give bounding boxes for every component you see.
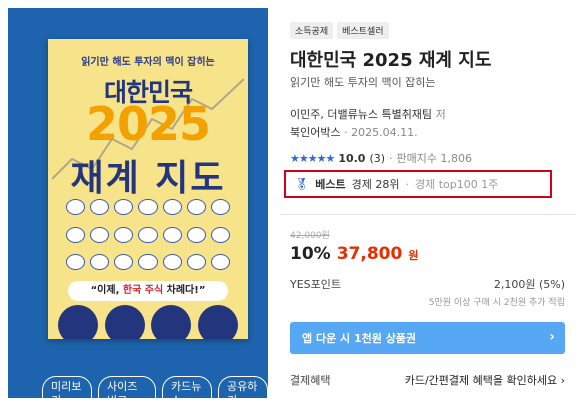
product-subtitle: 읽기만 해도 투자의 맥이 잡히는	[290, 76, 436, 89]
points-row: YES포인트 2,100원 (5%)	[290, 276, 565, 292]
cover-icon-grid	[66, 199, 230, 277]
divider	[280, 214, 575, 215]
bestseller-rank-box[interactable]: 🏅︎ 베스트 경제 28위 · 경제 top100 1주	[284, 170, 552, 198]
payment-label: 결제혜택	[290, 374, 331, 387]
product-title: 대한민국 2025 재계 지도	[290, 50, 492, 71]
best-rank: 경제 28위	[351, 178, 400, 191]
product-publisher[interactable]: 북인어박스 · 2025.04.11.	[290, 124, 418, 140]
review-count: (3)	[369, 151, 386, 165]
cover-actions: 미리보기 사이즈비교 카드뉴스 공유하기	[42, 376, 268, 412]
cover-panel: 읽기만 해도 투자의 맥이 잡히는 대한민국 2025 재계 지도 “이제, 한…	[8, 8, 268, 412]
original-price: 42,000원	[290, 231, 330, 241]
price-row: 10% 37,800 원	[290, 244, 419, 264]
rating-row[interactable]: ★★★★★ 10.0 (3) · 판매지수 1,806	[290, 150, 472, 166]
best-label: 베스트	[315, 178, 346, 191]
product-authors[interactable]: 이민주, 더밸류뉴스 특별취재팀 저	[290, 106, 446, 122]
card-news-button[interactable]: 카드뉴스	[162, 376, 212, 412]
sales-index: 판매지수 1,806	[396, 152, 473, 165]
preview-button[interactable]: 미리보기	[42, 376, 92, 412]
points-value: 2,100원 (5%)	[493, 278, 565, 291]
best-top: 경제 top100 1주	[414, 178, 499, 191]
tag-income-deduction: 소득공제	[290, 22, 334, 39]
rating-score: 10.0	[338, 151, 366, 165]
share-button[interactable]: 공유하기	[218, 376, 268, 412]
medal-icon: 🏅︎	[294, 177, 310, 191]
cover-slogan: “이제, 한국 주식 차례다!”	[68, 281, 228, 301]
cover-title-line2: 재계 지도	[70, 158, 226, 199]
app-coupon-button[interactable]: 앱 다운 시 1천원 상품권 ›	[290, 322, 565, 354]
product-tags: 소득공제 베스트셀러	[290, 22, 389, 39]
points-label: YES포인트	[290, 278, 342, 291]
chevron-right-icon: ›	[549, 329, 555, 345]
book-cover-image[interactable]: 읽기만 해도 투자의 맥이 잡히는 대한민국 2025 재계 지도 “이제, 한…	[48, 39, 248, 339]
rating-stars-icon: ★★★★★	[290, 151, 335, 165]
tag-bestseller: 베스트셀러	[337, 22, 389, 39]
cover-title-year: 2025	[85, 97, 211, 151]
payment-benefit-row[interactable]: 결제혜택 카드/간편결제 혜택을 확인하세요 ›	[290, 372, 565, 388]
product-info-panel: 소득공제 베스트셀러 대한민국 2025 재계 지도 읽기만 해도 투자의 맥이…	[280, 8, 575, 398]
cover-tagline: 읽기만 해도 투자의 맥이 잡히는	[81, 57, 215, 68]
cover-badges	[58, 305, 238, 339]
sale-price: 37,800	[336, 244, 403, 264]
points-note: 5만원 이상 구매 시 2천원 추가 적립	[428, 298, 565, 308]
payment-value: 카드/간편결제 혜택을 확인하세요 ›	[404, 374, 565, 387]
discount-rate: 10%	[290, 244, 331, 264]
size-compare-button[interactable]: 사이즈비교	[98, 376, 156, 412]
